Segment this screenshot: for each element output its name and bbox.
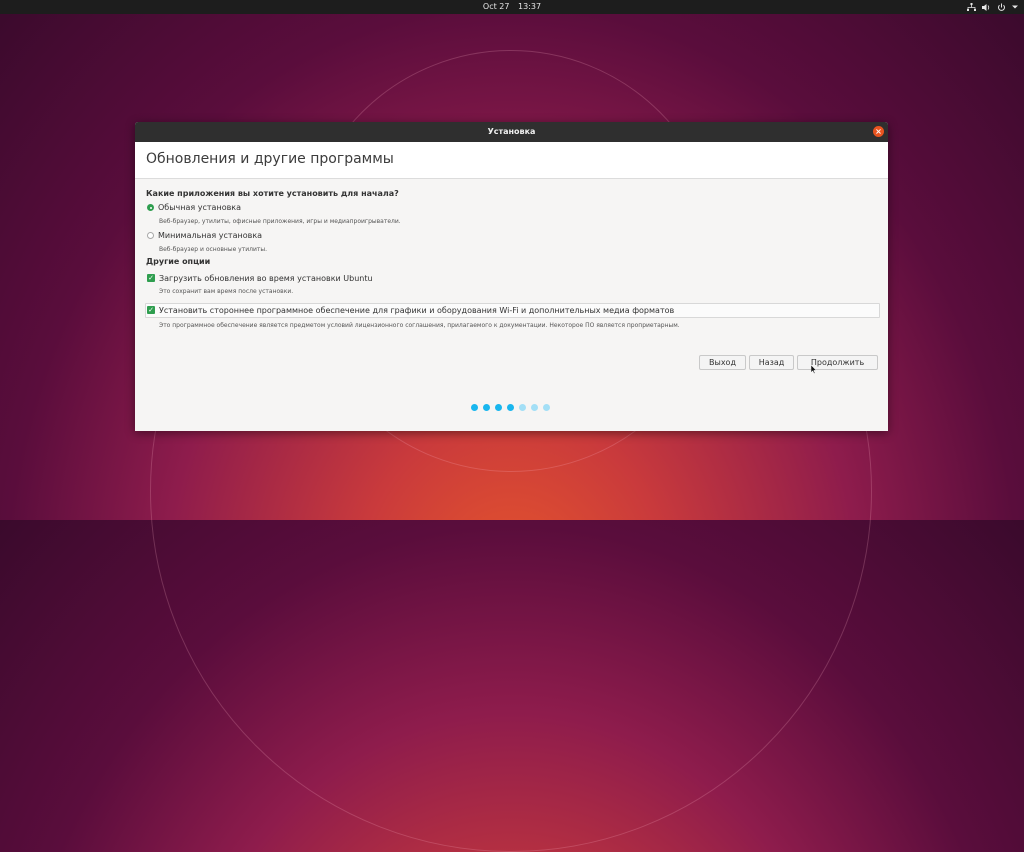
window-title: Установка <box>487 127 536 136</box>
radio-unselected-icon[interactable] <box>147 231 154 239</box>
power-icon <box>997 3 1006 12</box>
step-progress <box>471 404 550 411</box>
volume-icon <box>982 3 991 12</box>
option-label: Минимальная установка <box>158 230 263 240</box>
radio-selected-icon[interactable] <box>147 203 154 211</box>
other-options-heading: Другие опции <box>146 257 211 266</box>
quit-button[interactable]: Выход <box>699 355 746 370</box>
progress-dot-done <box>471 404 478 411</box>
checkbox-label: Установить стороннее программное обеспеч… <box>159 305 675 315</box>
progress-dot-done <box>495 404 502 411</box>
system-tray[interactable] <box>967 0 1018 14</box>
checkbox-checked-icon[interactable]: ✓ <box>147 274 155 282</box>
clock-time: 13:37 <box>518 2 542 11</box>
network-icon <box>967 2 976 12</box>
mouse-cursor-icon <box>810 359 817 378</box>
option-description: Веб-браузер и основные утилиты. <box>159 246 267 253</box>
progress-dot-pending <box>543 404 550 411</box>
page-title: Обновления и другие программы <box>146 151 394 167</box>
checkbox-download-updates[interactable]: ✓ Загрузить обновления во время установк… <box>147 273 373 283</box>
option-label: Обычная установка <box>158 202 242 212</box>
continue-button[interactable]: Продолжить <box>797 355 878 370</box>
install-question: Какие приложения вы хотите установить дл… <box>146 189 399 198</box>
progress-dot-pending <box>519 404 526 411</box>
progress-dot-done <box>507 404 514 411</box>
option-description: Веб-браузер, утилиты, офисные приложения… <box>159 218 401 225</box>
progress-dot-pending <box>531 404 538 411</box>
checkbox-checked-icon[interactable]: ✓ <box>147 306 155 314</box>
clock[interactable]: Oct 27 13:37 <box>0 0 1024 14</box>
checkbox-description: Это сохранит вам время после установки. <box>159 288 294 295</box>
checkbox-label: Загрузить обновления во время установки … <box>159 273 373 283</box>
clock-date: Oct 27 <box>482 2 510 11</box>
installer-window: Установка × Обновления и другие программ… <box>135 122 888 431</box>
close-icon[interactable]: × <box>873 126 884 137</box>
checkbox-description: Это программное обеспечение является пре… <box>159 322 680 329</box>
checkbox-third-party-software[interactable]: ✓ Установить стороннее программное обесп… <box>147 305 674 315</box>
top-bar: Oct 27 13:37 <box>0 0 1024 14</box>
radio-minimal-install[interactable]: Минимальная установка <box>147 230 262 240</box>
back-button[interactable]: Назад <box>749 355 794 370</box>
chevron-down-icon <box>1012 4 1018 10</box>
radio-normal-install[interactable]: Обычная установка <box>147 202 241 212</box>
progress-dot-done <box>483 404 490 411</box>
window-titlebar[interactable]: Установка × <box>135 122 888 142</box>
